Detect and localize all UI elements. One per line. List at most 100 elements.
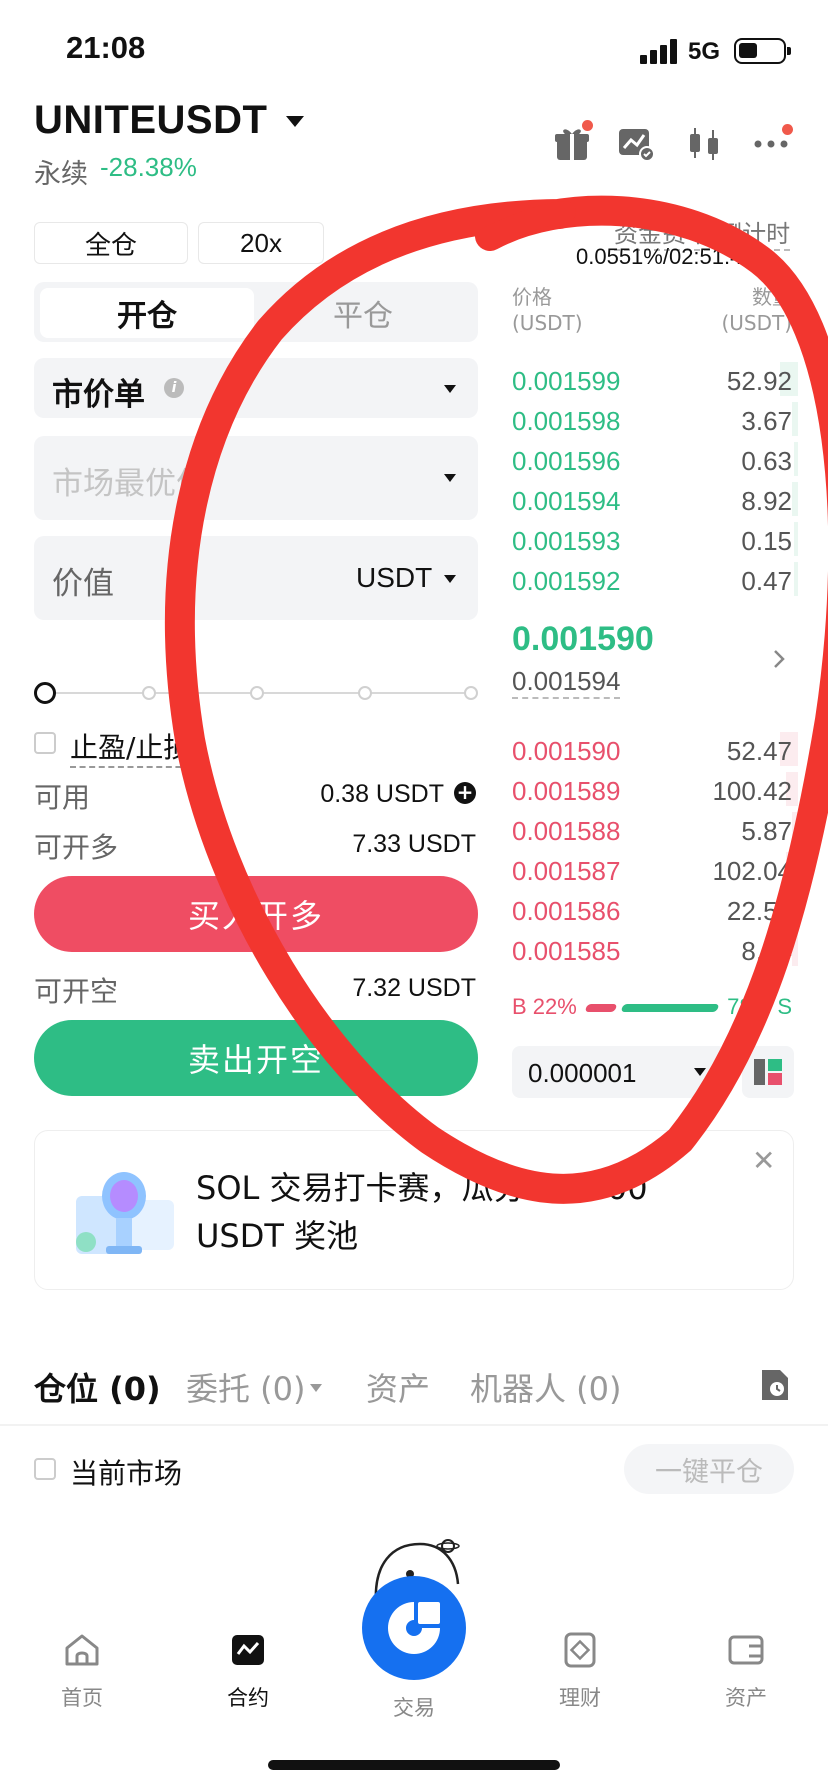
tab-open[interactable]: 开仓	[40, 288, 254, 338]
slider-step-100[interactable]	[464, 686, 478, 700]
slider-step-25[interactable]	[142, 686, 156, 700]
close-icon[interactable]: ✕	[752, 1144, 775, 1177]
nav-assets[interactable]: 资产	[686, 1632, 806, 1712]
sell-short-button[interactable]: 卖出开空	[34, 1020, 478, 1096]
chevron-down-icon	[444, 575, 456, 583]
ask-price[interactable]: 0.001596	[512, 446, 620, 477]
chevron-down-icon	[444, 385, 456, 393]
can-open-long-label: 可开多	[34, 831, 119, 864]
tick-size-value: 0.000001	[528, 1058, 637, 1088]
qty-header-label: 数量	[752, 285, 792, 309]
bid-qty: 22.52	[726, 896, 792, 926]
bid-qty: 102.04	[712, 856, 792, 886]
transfer-plus-icon[interactable]: +	[454, 782, 476, 804]
tick-size-select[interactable]: 0.000001	[512, 1046, 726, 1098]
tab-close[interactable]: 平仓	[256, 288, 470, 338]
available-label: 可用	[34, 781, 91, 814]
chevron-down-icon[interactable]	[286, 116, 304, 127]
chevron-right-icon[interactable]	[772, 648, 786, 674]
home-icon	[65, 1634, 99, 1666]
history-icon[interactable]	[758, 1368, 790, 1406]
symbol-title[interactable]: UNITEUSDT	[34, 98, 267, 143]
available-value: 0.38 USDT	[320, 780, 444, 808]
funding-rate-value: 0.0551%/02:51:47	[576, 244, 755, 269]
bid-price[interactable]: 0.001586	[512, 896, 620, 927]
ask-price[interactable]: 0.001593	[512, 526, 620, 557]
ask-depth-bar	[794, 522, 798, 556]
bid-depth-bar	[792, 932, 798, 966]
nav-futures-label: 合约	[227, 1686, 269, 1710]
wallet-icon	[728, 1635, 764, 1665]
bid-price[interactable]: 0.001590	[512, 736, 620, 767]
can-open-long-value: 7.33 USDT	[352, 830, 476, 858]
orderbook-qty-header[interactable]: 数量 (USDT)	[721, 284, 792, 336]
earn-icon	[564, 1632, 596, 1668]
price-placeholder: 市场最优价	[52, 466, 207, 502]
nav-assets-label: 资产	[725, 1686, 767, 1710]
order-type-select[interactable]: 市价单 i	[34, 358, 478, 418]
tpsl-checkbox[interactable]	[34, 732, 56, 754]
nav-earn[interactable]: 理财	[520, 1632, 640, 1712]
price-change: -28.38%	[100, 152, 197, 182]
price-field[interactable]: 市场最优价	[34, 436, 478, 520]
divider	[0, 1424, 828, 1426]
chart-compare-icon[interactable]	[616, 124, 656, 164]
nav-trade[interactable]: 交易	[354, 1692, 474, 1722]
ask-depth-bar	[792, 482, 798, 516]
ask-qty: 3.67	[741, 406, 792, 436]
status-time: 21:08	[66, 30, 146, 65]
ask-price[interactable]: 0.001594	[512, 486, 620, 517]
signal-icon	[640, 38, 680, 64]
amount-unit-select[interactable]: USDT	[356, 562, 432, 594]
tpsl-label[interactable]: 止盈/止损	[70, 726, 192, 768]
ask-qty: 52.92	[726, 366, 792, 396]
sell-ratio-bar	[620, 1004, 720, 1012]
margin-mode-button[interactable]: 全仓	[34, 222, 188, 264]
tab-positions[interactable]: 仓位 (0)	[34, 1364, 161, 1410]
battery-icon	[734, 38, 791, 64]
slider-step-50[interactable]	[250, 686, 264, 700]
current-market-checkbox[interactable]	[34, 1458, 56, 1480]
futures-icon	[232, 1635, 264, 1665]
chevron-down-icon	[694, 1068, 706, 1076]
more-icon[interactable]	[752, 124, 793, 164]
leverage-button[interactable]: 20x	[198, 222, 324, 264]
tab-bots[interactable]: 机器人 (0)	[470, 1364, 622, 1410]
info-icon[interactable]: i	[164, 378, 184, 398]
nav-earn-label: 理财	[559, 1686, 601, 1710]
ask-depth-bar	[792, 402, 798, 436]
buy-long-button[interactable]: 买入开多	[34, 876, 478, 952]
mark-price[interactable]: 0.001594	[512, 666, 621, 699]
ask-price[interactable]: 0.001592	[512, 566, 620, 597]
orderbook-price-header: 价格 (USDT)	[512, 284, 583, 336]
close-all-button[interactable]: 一键平仓	[624, 1444, 794, 1494]
bid-price[interactable]: 0.001585	[512, 936, 620, 967]
promo-text: SOL 交易打卡赛，瓜分 30,000 USDT 奖池	[196, 1169, 648, 1255]
ask-depth-bar	[794, 442, 798, 476]
contract-type: 永续	[34, 159, 88, 190]
nav-futures[interactable]: 合约	[188, 1632, 308, 1712]
candlestick-icon[interactable]	[684, 124, 724, 164]
bid-qty: 100.42	[712, 776, 792, 806]
trophy-icon	[66, 1160, 182, 1266]
trade-icon[interactable]	[362, 1576, 466, 1680]
buy-ratio-bar	[584, 1004, 618, 1012]
network-type: 5G	[688, 38, 721, 65]
ask-price[interactable]: 0.001599	[512, 366, 620, 397]
ask-qty: 0.63	[741, 446, 792, 476]
tab-orders[interactable]: 委托 (0)	[186, 1364, 306, 1410]
price-header-label: 价格	[512, 285, 552, 309]
tab-assets[interactable]: 资产	[366, 1364, 430, 1410]
bid-price[interactable]: 0.001587	[512, 856, 620, 887]
amount-slider-handle[interactable]	[34, 682, 56, 704]
ask-price[interactable]: 0.001598	[512, 406, 620, 437]
current-market-label: 当前市场	[70, 1457, 183, 1490]
nav-home[interactable]: 首页	[22, 1632, 142, 1712]
bid-price[interactable]: 0.001589	[512, 776, 620, 807]
gift-icon[interactable]	[552, 120, 593, 164]
orderbook-layout-icon[interactable]	[742, 1046, 794, 1098]
slider-step-75[interactable]	[358, 686, 372, 700]
bid-price[interactable]: 0.001588	[512, 816, 620, 847]
price-header-unit: (USDT)	[512, 311, 583, 335]
amount-field[interactable]: 价值 USDT	[34, 536, 478, 620]
